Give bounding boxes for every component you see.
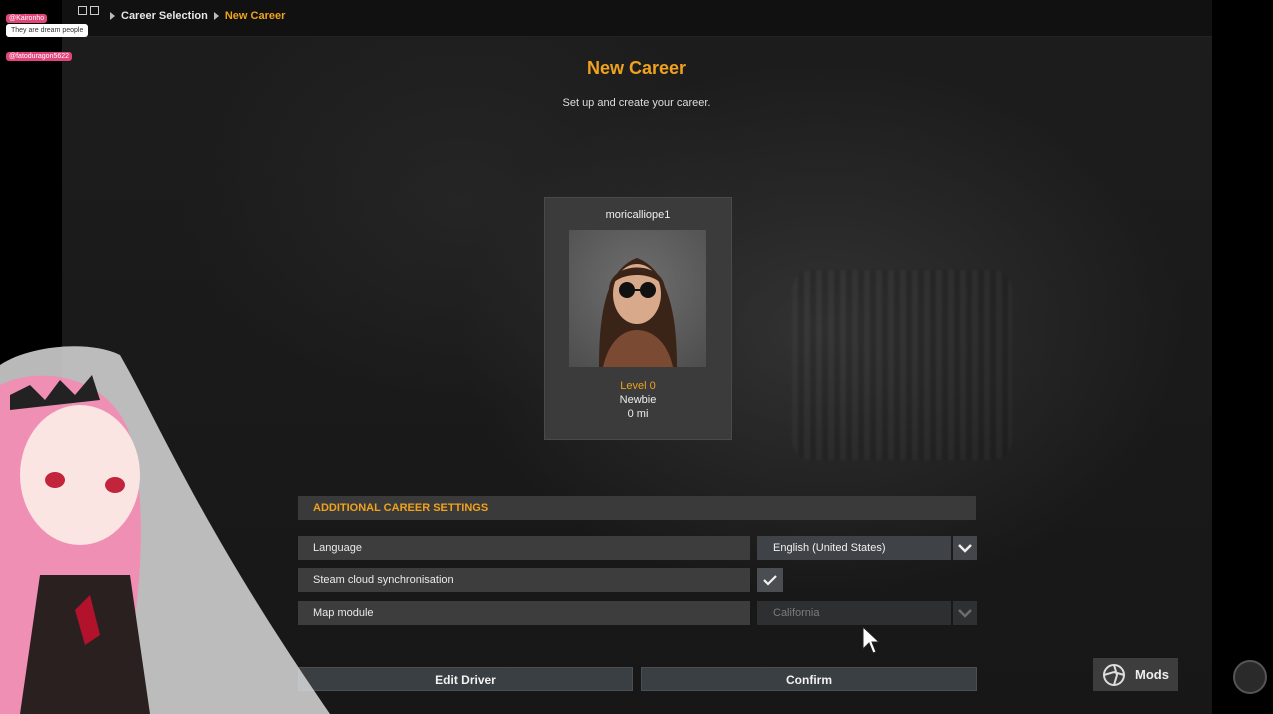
profile-card[interactable]: moricalliope1 Level 0 Newbie 0 mi bbox=[544, 197, 732, 440]
chat-message: @Kaironho They are dream people bbox=[6, 14, 89, 37]
breadcrumb-new-career: New Career bbox=[224, 10, 286, 22]
language-label: Language bbox=[298, 536, 750, 560]
mods-button[interactable]: Mods bbox=[1093, 658, 1178, 691]
mods-icon bbox=[1103, 663, 1125, 686]
breadcrumb-career-selection[interactable]: Career Selection bbox=[121, 10, 208, 22]
map-module-label: Map module bbox=[298, 601, 750, 625]
map-module-dropdown[interactable]: California bbox=[757, 601, 951, 625]
profile-username: moricalliope1 bbox=[605, 209, 671, 221]
mouse-cursor-icon bbox=[862, 625, 881, 654]
chevron-down-icon[interactable] bbox=[953, 536, 977, 560]
breadcrumb: Career Selection New Career bbox=[110, 10, 285, 22]
language-dropdown[interactable]: English (United States) bbox=[757, 536, 951, 560]
profile-distance: 0 mi bbox=[627, 408, 649, 420]
profile-level: Level 0 bbox=[620, 380, 656, 392]
page-subtitle: Set up and create your career. bbox=[562, 97, 711, 109]
chevron-down-icon[interactable] bbox=[953, 601, 977, 625]
edit-driver-button[interactable]: Edit Driver bbox=[298, 667, 633, 691]
breadcrumb-arrow-icon bbox=[213, 12, 219, 20]
chat-message: @fatoduragon5622 bbox=[6, 52, 73, 61]
steam-sync-checkbox[interactable] bbox=[757, 568, 783, 592]
chat-text: They are dream people bbox=[6, 24, 89, 37]
channel-logo-icon bbox=[1233, 660, 1267, 694]
avatar bbox=[569, 230, 706, 367]
breadcrumb-arrow-icon bbox=[110, 12, 115, 20]
confirm-button[interactable]: Confirm bbox=[641, 667, 977, 691]
page-title: New Career bbox=[586, 58, 687, 78]
check-icon bbox=[763, 574, 777, 586]
settings-header: ADDITIONAL CAREER SETTINGS bbox=[298, 496, 976, 520]
steam-sync-label: Steam cloud synchronisation bbox=[298, 568, 750, 592]
profile-rank: Newbie bbox=[619, 394, 657, 406]
chat-user: @Kaironho bbox=[6, 14, 48, 23]
truck-background-image bbox=[792, 270, 1012, 460]
mods-label: Mods bbox=[1135, 667, 1169, 682]
vtuber-avatar bbox=[0, 346, 330, 714]
chat-user: @fatoduragon5622 bbox=[6, 52, 73, 61]
